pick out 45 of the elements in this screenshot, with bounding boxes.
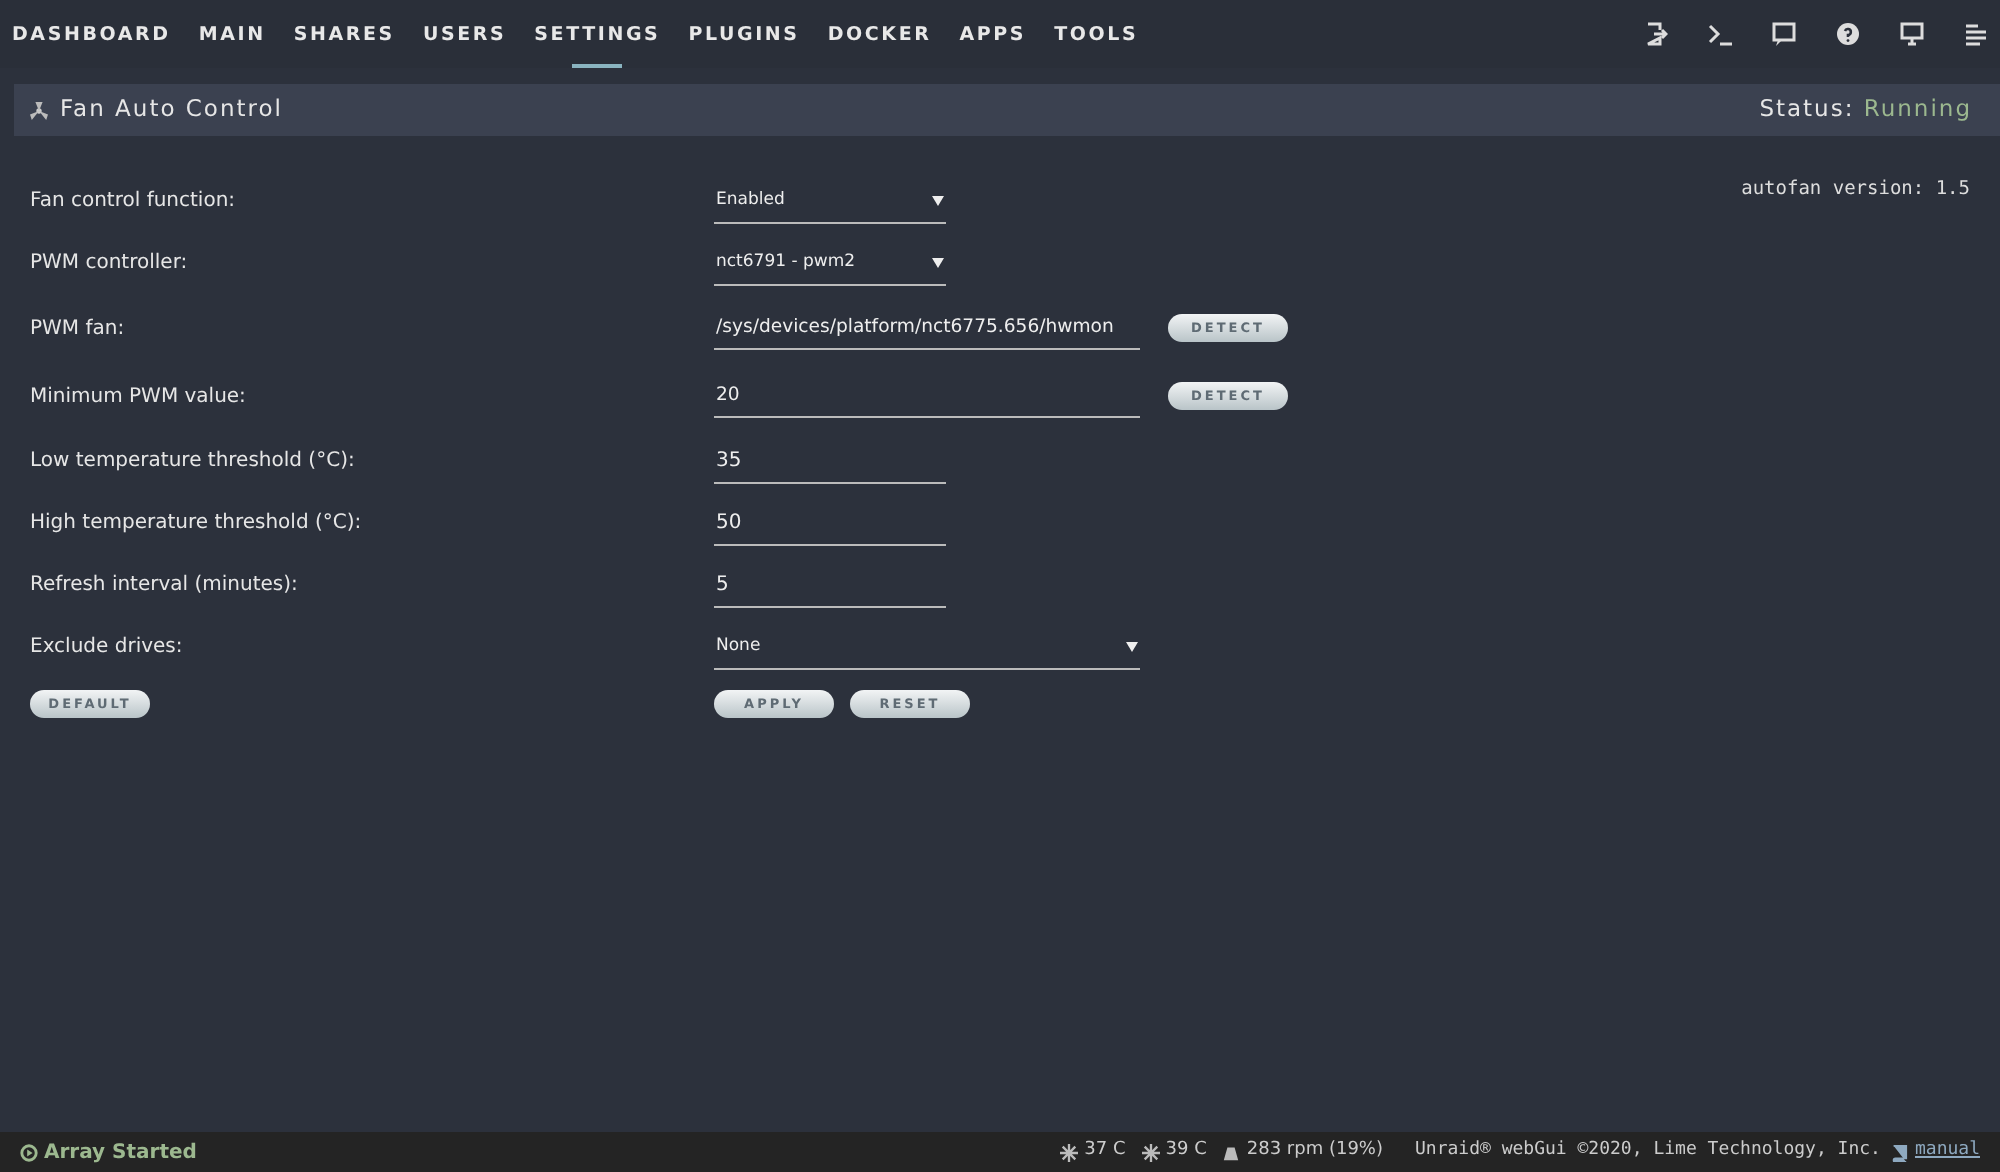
terminal-icon[interactable]	[1708, 22, 1732, 46]
temperature-text: 39 C	[1165, 1138, 1207, 1165]
input-field[interactable]: 35	[714, 439, 946, 483]
help-icon[interactable]	[1836, 22, 1860, 46]
field-label: PWM fan:	[30, 315, 127, 343]
nav-tab[interactable]: MAIN	[198, 0, 266, 68]
log-icon[interactable]	[1964, 22, 1988, 46]
book-icon	[1890, 1143, 1909, 1161]
version-text: autofan version: 1.5	[1741, 176, 1970, 204]
temperature-text: 37 C	[1084, 1138, 1126, 1165]
field-label: Minimum PWM value:	[30, 383, 248, 411]
panel-title: Fan Auto Control	[60, 92, 283, 127]
select-field[interactable]: Enabled	[714, 179, 946, 223]
nav-tab[interactable]: TOOLS	[1054, 0, 1139, 68]
copyright-text: Unraid® webGui ©2020, Lime Technology, Inc.	[1414, 1138, 1881, 1165]
field-label: PWM controller:	[30, 250, 190, 278]
field-label: Low temperature threshold (°C):	[30, 448, 357, 476]
snowflake-icon	[1141, 1143, 1160, 1161]
field-label: Refresh interval (minutes):	[30, 572, 300, 600]
field-label: High temperature threshold (°C):	[30, 510, 364, 538]
nav-tab[interactable]: SHARES	[293, 0, 395, 68]
caret-icon	[932, 194, 944, 206]
chat-icon[interactable]	[1772, 22, 1796, 46]
nav-tab[interactable]: APPS	[959, 0, 1027, 68]
input-field[interactable]: 50	[714, 501, 946, 545]
caret-icon	[1126, 640, 1138, 652]
monitor-icon[interactable]	[1900, 22, 1924, 46]
nav-tab[interactable]: DASHBOARD	[12, 0, 171, 68]
play-icon	[20, 1143, 38, 1161]
input-field[interactable]: 20	[714, 374, 1140, 418]
nav-tab[interactable]: PLUGINS	[688, 0, 800, 68]
snowflake-icon	[1060, 1143, 1079, 1161]
status-text: Status: Running	[1759, 92, 1972, 127]
manual-link[interactable]: manual	[1914, 1138, 1980, 1166]
caret-icon	[932, 256, 944, 268]
field-label: Fan control function:	[30, 188, 238, 216]
nav-tab[interactable]: DOCKER	[827, 0, 932, 68]
fan-speed-text: 283 rpm (19%)	[1246, 1138, 1383, 1165]
select-field[interactable]: nct6791 - pwm2	[714, 241, 946, 285]
nav-tab[interactable]: USERS	[422, 0, 507, 68]
field-label: Exclude drives:	[30, 634, 185, 662]
input-field[interactable]: 5	[714, 563, 946, 607]
array-status: Array Started	[20, 1137, 197, 1167]
input-field[interactable]: /sys/devices/platform/nct6775.656/hwmon	[714, 306, 1140, 350]
select-field[interactable]: None	[714, 625, 1140, 669]
